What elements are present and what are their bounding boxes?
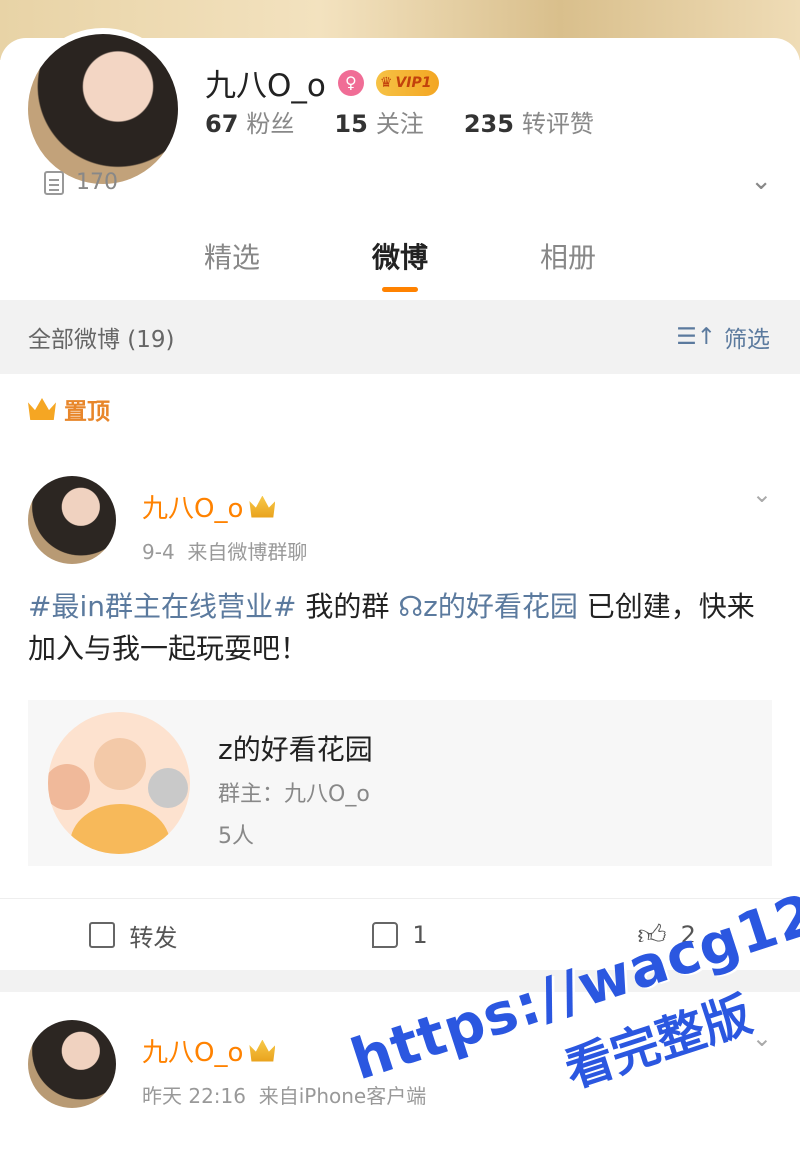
post-text: #最in群主在线营业# 我的群 ☊z的好看花园 已创建，快来加入与我一起玩耍吧！ <box>28 590 755 665</box>
crown-icon <box>28 398 56 420</box>
female-icon: ♀ <box>337 69 364 96</box>
profile-name: 九八O_o <box>205 68 326 104</box>
post-time: 昨天 22:16 <box>142 1084 246 1108</box>
vip-badge[interactable]: ♛ VIP1 <box>375 69 440 96</box>
post-count: 170 <box>76 170 118 195</box>
profile-stats: 67 粉丝 15 关注 235 转评赞 <box>205 104 594 139</box>
pinned-label: 置顶 <box>28 392 110 426</box>
group-link-icon: ☊ <box>398 590 424 623</box>
post-avatar[interactable] <box>28 476 116 564</box>
filter-button[interactable]: ☰↑ 筛选 <box>676 320 770 354</box>
profile-avatar[interactable] <box>22 28 184 190</box>
repost-button[interactable]: 转发 <box>0 899 267 971</box>
post-author[interactable]: 九八O_o <box>142 1032 276 1069</box>
vip-crown-icon: ♛ <box>379 74 393 91</box>
vip-crown-icon <box>249 495 276 518</box>
filter-bar: 全部微博 (19) ☰↑ 筛选 <box>0 300 800 374</box>
topic-tag[interactable]: #最in群主在线营业# <box>28 590 296 623</box>
chevron-down-icon[interactable]: ⌄ <box>750 166 772 196</box>
post-meta: 9-4 来自微博群聊 <box>142 536 307 565</box>
tab-weibo[interactable]: 微博 <box>316 236 484 292</box>
post-menu-chevron-icon[interactable]: ⌄ <box>752 480 772 508</box>
vip-label: VIP1 <box>395 74 432 91</box>
stat-following[interactable]: 15 关注 <box>334 104 423 139</box>
all-posts-label: 全部微博 (19) <box>28 327 175 353</box>
stat-followers[interactable]: 67 粉丝 <box>205 104 294 139</box>
group-avatar <box>48 712 190 854</box>
post-avatar[interactable] <box>28 1020 116 1108</box>
post-date: 9-4 <box>142 540 175 564</box>
profile-card: 九八O_o ♀ ♛ VIP1 67 粉丝 15 关注 235 转评赞 170 ⌄ 精选… <box>0 28 800 300</box>
vip-crown-icon <box>249 1039 276 1062</box>
post-count-row: 170 <box>44 170 118 195</box>
group-link[interactable]: z的好看花园 <box>423 590 578 623</box>
post-source: 来自微博群聊 <box>187 540 308 564</box>
stat-interactions[interactable]: 235 转评赞 <box>464 104 594 139</box>
filter-icon: ☰↑ <box>676 324 716 350</box>
group-member-count: 5人 <box>218 824 254 849</box>
post-author[interactable]: 九八O_o <box>142 488 276 525</box>
repost-icon <box>89 922 116 948</box>
group-owner: 群主：九八O_o <box>218 782 370 807</box>
tab-album[interactable]: 相册 <box>484 236 652 292</box>
document-icon <box>44 170 64 195</box>
group-title: z的好看花园 <box>218 733 373 766</box>
profile-tabs: 精选 微博 相册 <box>0 236 800 292</box>
profile-name-row: 九八O_o ♀ ♛ VIP1 <box>205 60 440 105</box>
tab-featured[interactable]: 精选 <box>148 236 316 292</box>
